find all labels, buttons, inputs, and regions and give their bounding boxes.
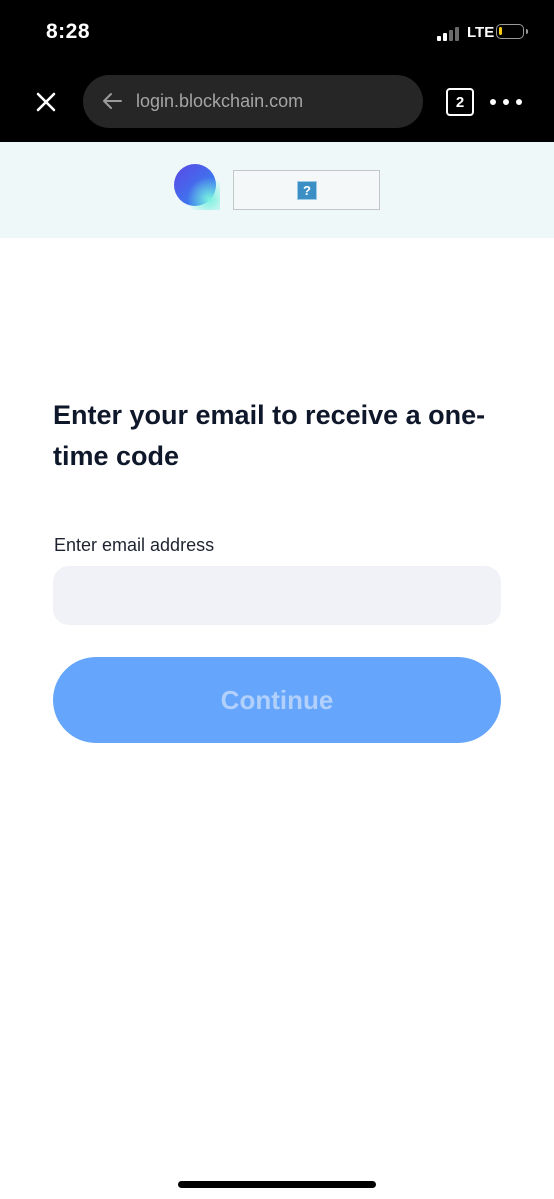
more-icon [490,99,496,105]
email-label: Enter email address [54,535,215,555]
url-bar[interactable]: login.blockchain.com [83,75,423,128]
continue-button[interactable]: Continue [53,657,501,743]
url-text: login.blockchain.com [136,91,304,111]
broken-image: ? [233,170,380,210]
back-arrow-icon[interactable] [101,90,123,112]
signal-strength-icon [437,26,463,41]
close-icon [36,92,56,112]
tab-count: 2 [455,93,465,111]
blockchain-logo [174,164,220,210]
status-time: 8:28 [46,20,91,43]
page-title: Enter your email to receive a one-time c… [53,400,486,471]
battery-level [499,27,502,35]
close-button[interactable] [30,86,62,118]
broken-image-icon: ? [297,181,317,200]
email-input[interactable] [53,566,501,625]
more-button[interactable] [490,94,522,110]
browser-top-bar: 8:28 LTE login.blockchain.com 2 [0,0,554,142]
battery-icon [496,24,528,39]
network-type: LTE [467,24,495,41]
home-indicator [178,1181,376,1188]
tabs-button[interactable]: 2 [446,88,474,116]
